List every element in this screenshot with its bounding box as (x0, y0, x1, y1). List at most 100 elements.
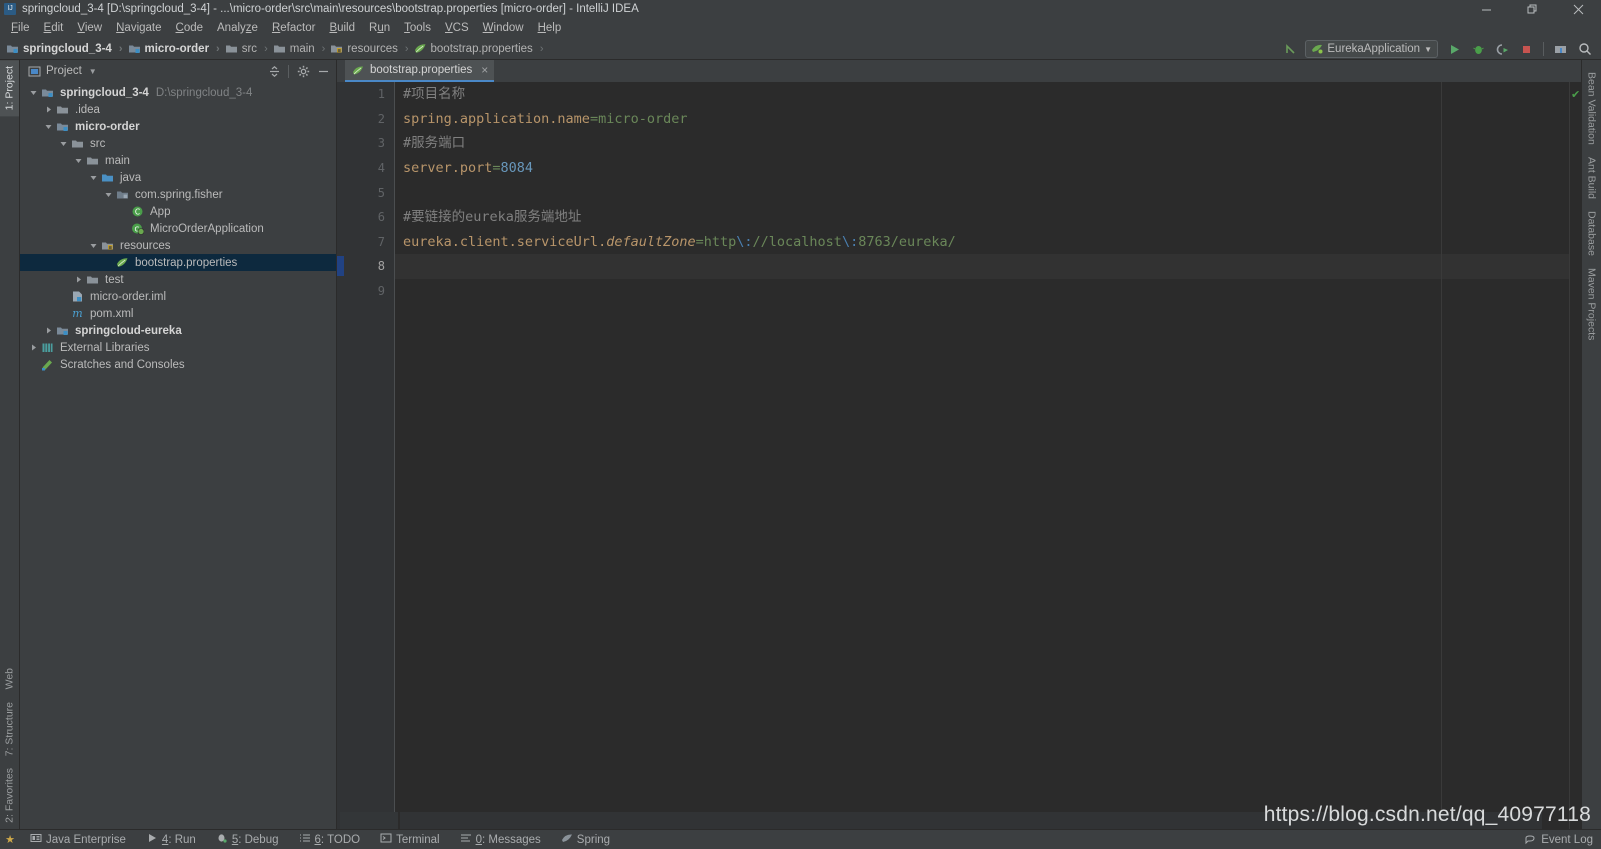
tree-node-java[interactable]: java (20, 169, 336, 186)
tool-button-web[interactable]: Web (0, 662, 19, 695)
tree-node-resources[interactable]: resources (20, 237, 336, 254)
chevron-down-icon[interactable] (103, 190, 114, 199)
breadcrumb-item-micro-order[interactable]: micro-order › (128, 42, 225, 55)
tree-node-bootstrap-properties[interactable]: bootstrap.properties (20, 254, 336, 271)
tool-button-maven-projects[interactable]: Maven Projects (1583, 262, 1601, 346)
code-line[interactable]: #服务端口 (395, 131, 1569, 156)
code-line[interactable]: server.port=8084 (395, 156, 1569, 181)
tree-node-microorderapplication[interactable]: C MicroOrderApplication (20, 220, 336, 237)
menu-file[interactable]: File (4, 20, 37, 36)
bottom-tool-java-enterprise[interactable]: Java Enterprise (20, 830, 136, 849)
token-val: micro-order (598, 110, 688, 127)
chevron-down-icon[interactable] (58, 139, 69, 148)
bottom-tool-0-messages[interactable]: 0: Messages (450, 830, 551, 849)
code-line[interactable]: #要链接的eureka服务端地址 (395, 205, 1569, 230)
tree-node--idea[interactable]: .idea (20, 101, 336, 118)
bottom-tool-terminal[interactable]: Terminal (370, 830, 449, 849)
bottom-tool-5-debug[interactable]: 5: Debug (206, 830, 289, 849)
run-icon[interactable] (1444, 39, 1464, 59)
menu-analyze[interactable]: Analyze (210, 20, 265, 36)
chevron-down-icon[interactable] (43, 122, 54, 131)
tool-button-database[interactable]: Database (1583, 205, 1601, 262)
line-number: 4 (377, 161, 385, 176)
tree-node-micro-order-iml[interactable]: micro-order.iml (20, 288, 336, 305)
gear-icon[interactable] (294, 62, 312, 80)
menu-vcs[interactable]: VCS (438, 20, 476, 36)
menu-code[interactable]: Code (169, 20, 211, 36)
breadcrumb-separator: › (539, 42, 544, 55)
stop-icon[interactable] (1516, 39, 1536, 59)
menu-window[interactable]: Window (476, 20, 531, 36)
tree-node-springcloud-3-4[interactable]: springcloud_3-4 D:\springcloud_3-4 (20, 84, 336, 101)
tree-node-pom-xml[interactable]: m pom.xml (20, 305, 336, 322)
breadcrumb-item-main[interactable]: main › (273, 42, 331, 55)
tree-node-src[interactable]: src (20, 135, 336, 152)
menu-view[interactable]: View (70, 20, 109, 36)
tree-node-test[interactable]: test (20, 271, 336, 288)
code-content[interactable]: #项目名称 spring.application.name=micro-order… (395, 82, 1569, 829)
tool-button-1-project[interactable]: 1: Project (0, 60, 19, 117)
tree-node-micro-order[interactable]: micro-order (20, 118, 336, 135)
project-structure-icon[interactable] (1551, 39, 1571, 59)
chevron-right-icon[interactable] (43, 105, 54, 114)
close-icon[interactable]: × (481, 63, 488, 77)
tree-node-scratches-and-consoles[interactable]: Scratches and Consoles (20, 356, 336, 373)
minimize-icon[interactable] (1463, 0, 1509, 18)
tree-node-app[interactable]: C App (20, 203, 336, 220)
tree-node-springcloud-eureka[interactable]: springcloud-eureka (20, 322, 336, 339)
search-everywhere-icon[interactable] (1575, 39, 1595, 59)
menu-navigate[interactable]: Navigate (109, 20, 168, 36)
close-icon[interactable] (1555, 0, 1601, 18)
breadcrumb-item-springcloud-3-4[interactable]: springcloud_3-4 › (6, 42, 128, 55)
breadcrumb-item-src[interactable]: src › (225, 42, 273, 55)
menu-edit[interactable]: Edit (37, 20, 71, 36)
project-tree[interactable]: springcloud_3-4 D:\springcloud_3-4 .idea mi… (20, 82, 336, 829)
code-line[interactable] (395, 254, 1569, 279)
run-with-coverage-icon[interactable] (1492, 39, 1512, 59)
breadcrumb-item-resources[interactable]: resources › (330, 42, 413, 55)
tree-node-label: micro-order (75, 120, 140, 133)
code-line[interactable] (395, 180, 1569, 205)
tool-button-7-structure[interactable]: 7: Structure (0, 696, 19, 762)
chevron-down-icon[interactable] (73, 156, 84, 165)
menu-help[interactable]: Help (531, 20, 569, 36)
debug-icon[interactable] (1468, 39, 1488, 59)
make-project-icon[interactable] (1281, 39, 1301, 59)
bottom-tool-6-todo[interactable]: 6: TODO (289, 830, 371, 849)
restore-icon[interactable] (1509, 0, 1555, 18)
code-line[interactable]: spring.application.name=micro-order (395, 107, 1569, 132)
menu-refactor[interactable]: Refactor (265, 20, 322, 36)
code-line[interactable]: eureka.client.serviceUrl.defaultZone=htt… (395, 230, 1569, 255)
bottom-tool-spring[interactable]: Spring (551, 830, 620, 849)
bottom-tool-label: 0: Messages (475, 833, 541, 846)
run-configuration-selector[interactable]: EurekaApplication ▼ (1305, 40, 1438, 58)
collapse-all-icon[interactable] (265, 62, 283, 80)
breadcrumb-item-bootstrap-properties[interactable]: bootstrap.properties › (414, 42, 549, 55)
chevron-down-icon[interactable]: ▼ (89, 67, 97, 76)
chevron-right-icon[interactable] (43, 326, 54, 335)
error-stripe-marker-bar[interactable]: ✔ (1569, 82, 1581, 829)
line-number: 2 (377, 111, 385, 126)
chevron-right-icon[interactable] (73, 275, 84, 284)
tab-bootstrap-properties[interactable]: bootstrap.properties × (345, 60, 495, 82)
menu-build[interactable]: Build (322, 20, 362, 36)
code-line[interactable] (395, 279, 1569, 304)
chevron-down-icon[interactable] (88, 241, 99, 250)
chevron-down-icon[interactable] (28, 88, 39, 97)
bottom-tool-4-run[interactable]: 4: Run (136, 830, 206, 849)
favorites-star-icon[interactable]: ★ (0, 833, 20, 846)
code-line[interactable]: #项目名称 (395, 82, 1569, 107)
tool-button-bean-validation[interactable]: Bean Validation (1583, 66, 1601, 151)
tree-node-external-libraries[interactable]: External Libraries (20, 339, 336, 356)
hide-icon[interactable] (314, 62, 332, 80)
tool-button-2-favorites[interactable]: 2: Favorites (0, 762, 19, 829)
tool-button-ant-build[interactable]: Ant Build (1583, 151, 1601, 205)
event-log-label[interactable]: Event Log (1541, 834, 1593, 846)
menu-tools[interactable]: Tools (397, 20, 438, 36)
chevron-right-icon[interactable] (28, 343, 39, 352)
chevron-down-icon[interactable] (88, 173, 99, 182)
tree-node-main[interactable]: main (20, 152, 336, 169)
menu-run[interactable]: Run (362, 20, 397, 36)
editor-gutter[interactable]: 1 2 3 4 5 6 7 8 9 (337, 82, 395, 829)
tree-node-com-spring-fisher[interactable]: com.spring.fisher (20, 186, 336, 203)
